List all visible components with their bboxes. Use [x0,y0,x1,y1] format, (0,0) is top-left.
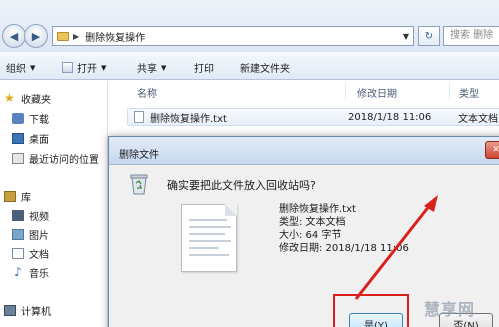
sidebar-item-label: 库 [21,193,31,204]
sidebar-item-label: 最近访问的位置 [29,155,99,166]
file-date: 2018/1/18 11:06 [348,111,432,123]
organize-label: 组织 [6,64,26,75]
sidebar-item-favorites[interactable]: ★ 收藏夹 [4,91,51,106]
document-icon [12,248,24,259]
preview-line [189,254,229,256]
sidebar-item-pictures[interactable]: 图片 [12,227,49,242]
chevron-down-icon[interactable]: ▼ [403,32,409,41]
sidebar-item-label: 图片 [29,231,49,242]
sidebar-item-videos[interactable]: 视频 [12,208,49,223]
download-icon [12,113,24,124]
annotation-highlight-box [333,294,409,327]
print-button[interactable]: 打印 [194,60,214,75]
file-info-date: 修改日期: 2018/1/18 11:06 [279,243,409,254]
music-icon: ♪ [14,265,22,279]
open-label: 打开 [77,64,97,75]
refresh-button[interactable]: ↻ [418,26,440,46]
address-bar[interactable]: ▶ 删除恢复操作 ▼ [52,26,414,46]
column-header-date[interactable]: 修改日期 [357,85,397,100]
desktop-icon [12,133,24,144]
chevron-down-icon: ▼ [161,63,167,72]
sidebar-item-label: 计算机 [21,307,51,318]
recycle-bin-icon [130,174,148,195]
preview-line [189,226,231,228]
list-item[interactable]: 删除恢复操作.txt 2018/1/18 11:06 文本文档 [127,108,499,126]
library-icon [4,191,16,202]
star-icon: ★ [4,91,15,105]
folder-icon [57,31,69,41]
sidebar-item-documents[interactable]: 文档 [12,246,49,261]
open-button[interactable]: 打开 ▼ [62,60,106,75]
computer-icon [4,305,16,316]
sidebar-item-desktop[interactable]: 桌面 [12,131,49,146]
sidebar-item-libraries[interactable]: 库 [4,189,31,204]
page-fold [225,204,237,216]
sidebar-item-computer[interactable]: 计算机 [4,303,51,318]
print-label: 打印 [194,64,214,75]
address-path: 删除恢复操作 [85,32,146,44]
new-folder-button[interactable]: 新建文件夹 [240,60,290,75]
column-divider[interactable] [449,83,450,99]
chevron-right-icon: ▶ [73,31,80,41]
address-row: ◀ ▶ ▶ 删除恢复操作 ▼ ↻ 搜索 删除 [0,0,499,52]
file-name: 删除恢复操作.txt [150,113,227,125]
text-file-icon [134,111,144,123]
preview-line [189,240,231,242]
navigation-pane: ★ 收藏夹 下载 桌面 最近访问的位置 库 视频 图片 文档 ♪ 音乐 计算机 [0,81,108,327]
dialog-title: 删除文件 [119,150,159,161]
sidebar-item-label: 下载 [29,115,49,126]
column-header-type[interactable]: 类型 [459,85,479,100]
chevron-down-icon: ▼ [101,63,107,72]
sidebar-item-label: 音乐 [29,269,49,280]
open-icon [62,62,73,73]
share-label: 共享 [137,64,157,75]
sidebar-item-label: 收藏夹 [21,95,51,106]
sidebar-item-label: 文档 [29,250,49,261]
sidebar-item-label: 视频 [29,212,49,223]
close-button[interactable]: ✕ [485,141,499,159]
sidebar-item-downloads[interactable]: 下载 [12,111,49,126]
video-icon [12,210,24,221]
organize-button[interactable]: 组织 ▼ [6,60,36,76]
file-preview-icon [181,204,237,272]
sidebar-item-label: 桌面 [29,135,49,146]
preview-line [189,219,227,221]
chevron-down-icon: ▼ [30,63,36,72]
column-header-name[interactable]: 名称 [137,85,157,100]
file-type: 文本文档 [458,113,498,125]
share-button[interactable]: 共享 ▼ [137,60,167,76]
sidebar-item-recent[interactable]: 最近访问的位置 [12,151,99,166]
dialog-question: 确实要把此文件放入回收站吗? [167,179,316,192]
forward-button[interactable]: ▶ [24,24,48,48]
dialog-title-bar[interactable]: 删除文件 ✕ [109,137,499,165]
sidebar-item-music[interactable]: ♪ 音乐 [12,265,49,280]
preview-line [189,233,225,235]
recent-places-icon [12,153,24,164]
preview-line [189,247,219,249]
command-toolbar: 组织 ▼ 打开 ▼ 共享 ▼ 打印 新建文件夹 [0,52,499,80]
watermark: 慧享网 [424,300,476,319]
back-button[interactable]: ◀ [2,24,26,48]
column-divider[interactable] [345,83,346,99]
search-input[interactable]: 搜索 删除 [443,26,499,46]
new-folder-label: 新建文件夹 [240,64,290,75]
picture-icon [12,229,24,240]
